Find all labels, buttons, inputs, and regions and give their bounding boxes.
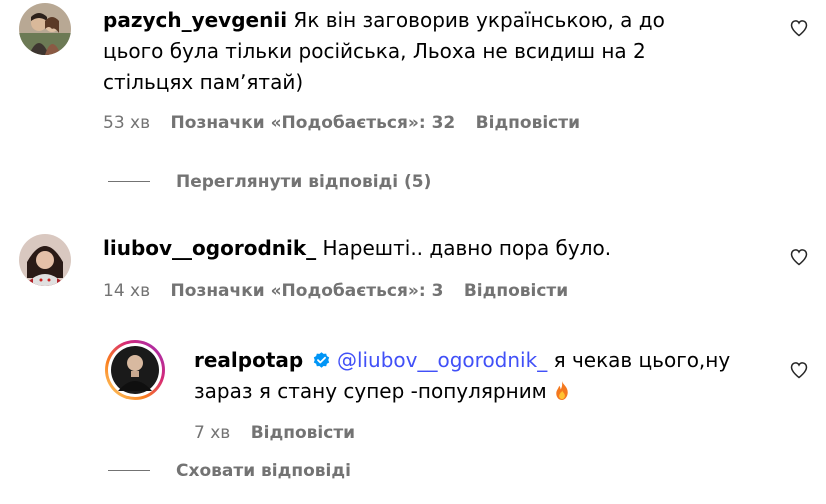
reply-button[interactable]: Відповісти	[464, 281, 568, 301]
heart-outline-icon[interactable]	[789, 360, 809, 380]
avatar-realpotap[interactable]	[104, 339, 166, 401]
comment-username[interactable]: pazych_yevgenii	[103, 8, 287, 32]
comment-body: liubov__ogorodnik_ Нарешті.. давно пора …	[103, 233, 723, 264]
comment-body: pazych_yevgenii Як він заговорив українс…	[103, 5, 723, 98]
thread-line	[108, 469, 150, 471]
comment-meta: 53 хв Позначки «Подобається»: 32 Відпові…	[103, 113, 580, 133]
comment-time[interactable]: 53 хв	[103, 113, 150, 133]
hide-replies-button[interactable]: Сховати відповіді	[108, 461, 351, 481]
avatar-photo	[19, 3, 71, 55]
avatar-photo	[19, 234, 71, 286]
reply-button[interactable]: Відповісти	[251, 423, 355, 443]
likes-count[interactable]: Позначки «Подобається»: 32	[171, 113, 456, 133]
view-replies-button[interactable]: Переглянути відповіді (5)	[108, 172, 431, 192]
hide-replies-label: Сховати відповіді	[176, 461, 351, 481]
comment-1: pazych_yevgenii Як він заговорив українс…	[0, 0, 826, 150]
thread-line	[108, 180, 150, 182]
avatar-liubov[interactable]	[19, 234, 71, 286]
comment-text: Нарешті.. давно пора було.	[322, 236, 612, 260]
reply-button[interactable]: Відповісти	[476, 113, 580, 133]
heart-outline-icon[interactable]	[789, 18, 809, 38]
comment-time[interactable]: 14 хв	[103, 281, 150, 301]
comment-username[interactable]: liubov__ogorodnik_	[103, 236, 316, 260]
reply-meta: 7 хв Відповісти	[194, 423, 355, 443]
reply-body: realpotap @liubov__ogorodnik_ я чекав ць…	[194, 345, 774, 407]
heart-outline-icon[interactable]	[789, 247, 809, 267]
likes-count[interactable]: Позначки «Подобається»: 3	[171, 281, 444, 301]
mention-link[interactable]: @liubov__ogorodnik_	[337, 348, 547, 372]
reply-username[interactable]: realpotap	[194, 348, 303, 372]
comment-meta: 14 хв Позначки «Подобається»: 3 Відповіс…	[103, 281, 568, 301]
verified-badge-icon	[313, 352, 329, 368]
comment-2: liubov__ogorodnik_ Нарешті.. давно пора …	[0, 225, 826, 310]
view-replies-label: Переглянути відповіді (5)	[176, 172, 432, 192]
reply-comment: realpotap @liubov__ogorodnik_ я чекав ць…	[0, 335, 826, 450]
story-ring-avatar	[105, 340, 165, 400]
reply-time[interactable]: 7 хв	[194, 423, 230, 443]
fire-emoji-icon	[556, 380, 568, 401]
avatar-pazych[interactable]	[19, 3, 71, 55]
